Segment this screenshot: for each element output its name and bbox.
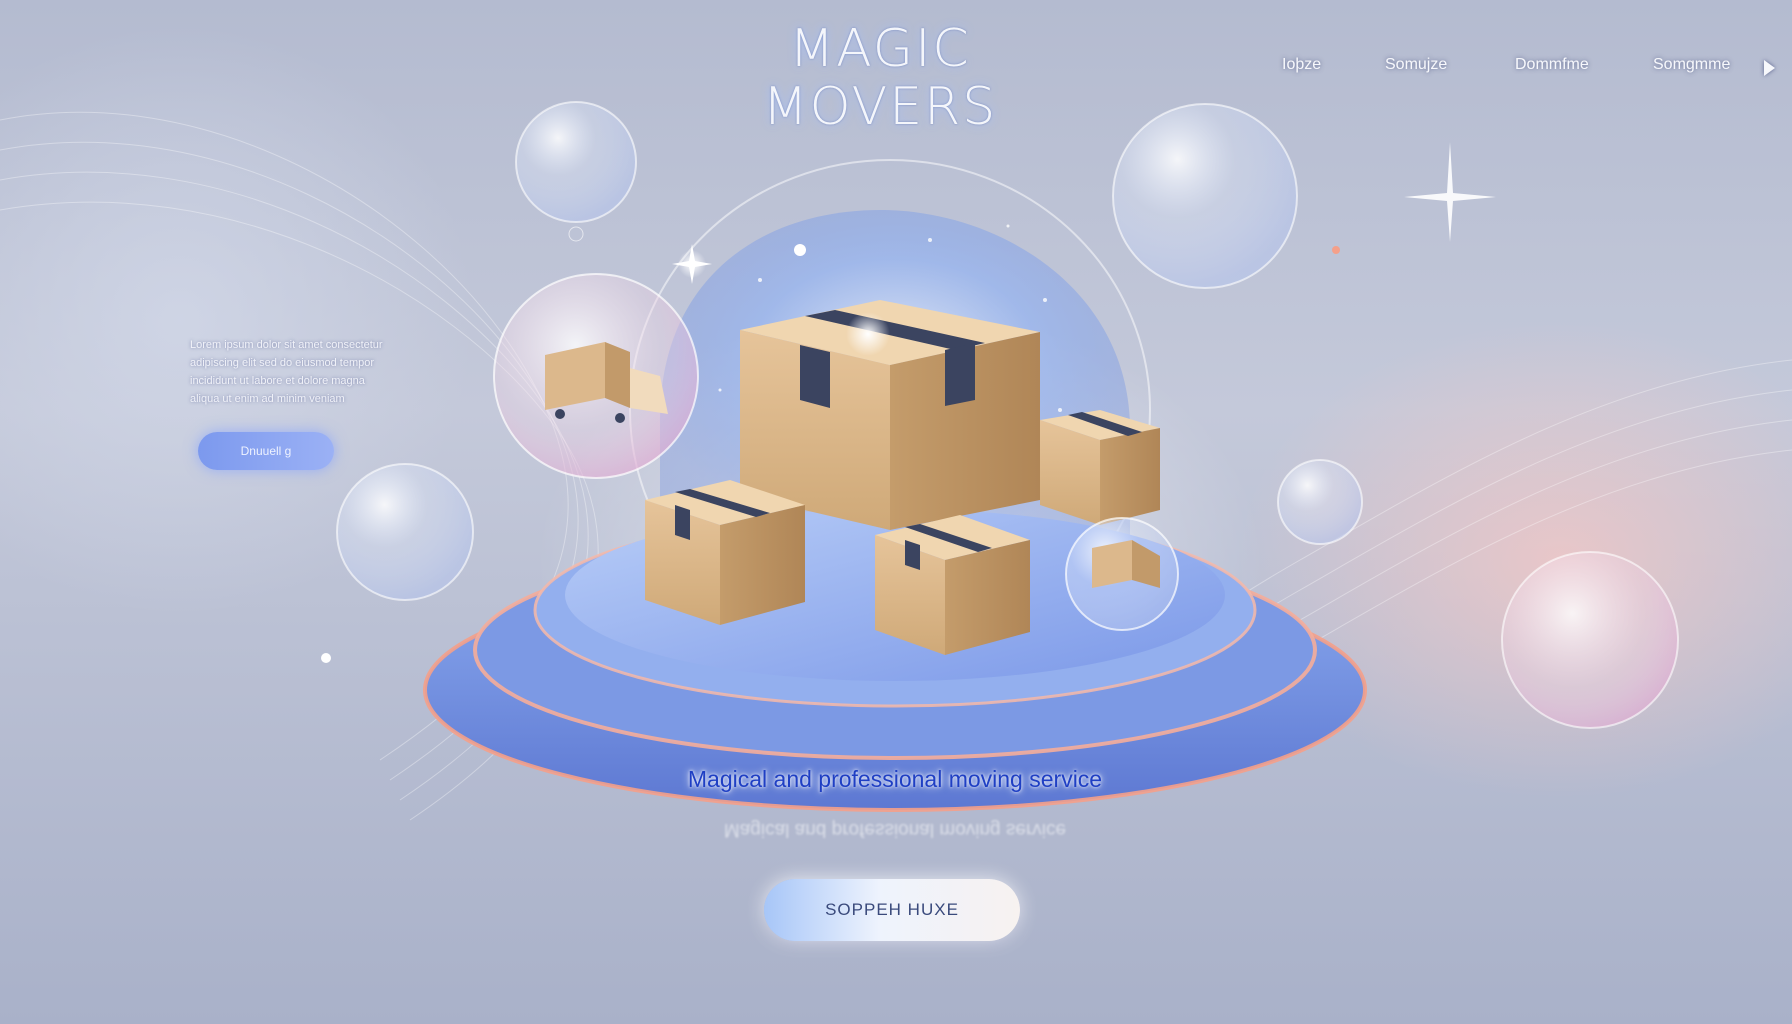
brand-logo[interactable]: MAGIC MOVERS <box>740 20 1020 136</box>
hero-illustration <box>0 101 1792 821</box>
hero-tagline-reflection: Magical and professional moving service <box>723 819 1067 840</box>
intro-line: Lorem ipsum dolor sit amet consectetur <box>190 339 383 351</box>
intro-button[interactable]: Dnuuell g <box>198 432 334 470</box>
intro-line: adipiscing elit sed do eiusmod tempor <box>190 357 375 369</box>
box-icon <box>740 300 1040 530</box>
cta-button[interactable]: SOPPEH HUXE <box>764 879 1020 941</box>
nav-item-2[interactable]: Somujze <box>1385 56 1447 74</box>
top-navigation: Ioþze Somujze Dommfme Somgmme <box>1270 56 1775 84</box>
logo-line-2: MOVERS <box>762 77 998 137</box>
intro-line: aliqua ut enim ad minim veniam <box>190 393 345 405</box>
play-icon[interactable] <box>1764 60 1775 76</box>
hero-tagline: Magical and professional moving service <box>687 766 1103 792</box>
nav-item-1[interactable]: Ioþze <box>1282 56 1321 74</box>
nav-item-3[interactable]: Dommfme <box>1515 56 1589 74</box>
logo-line-1: MAGIC <box>789 19 971 79</box>
nav-item-4[interactable]: Somgmme <box>1653 56 1730 74</box>
intro-text: Lorem ipsum dolor sit amet consectetur a… <box>190 336 444 408</box>
intro-line: incididunt ut labore et dolore magna <box>190 375 365 387</box>
